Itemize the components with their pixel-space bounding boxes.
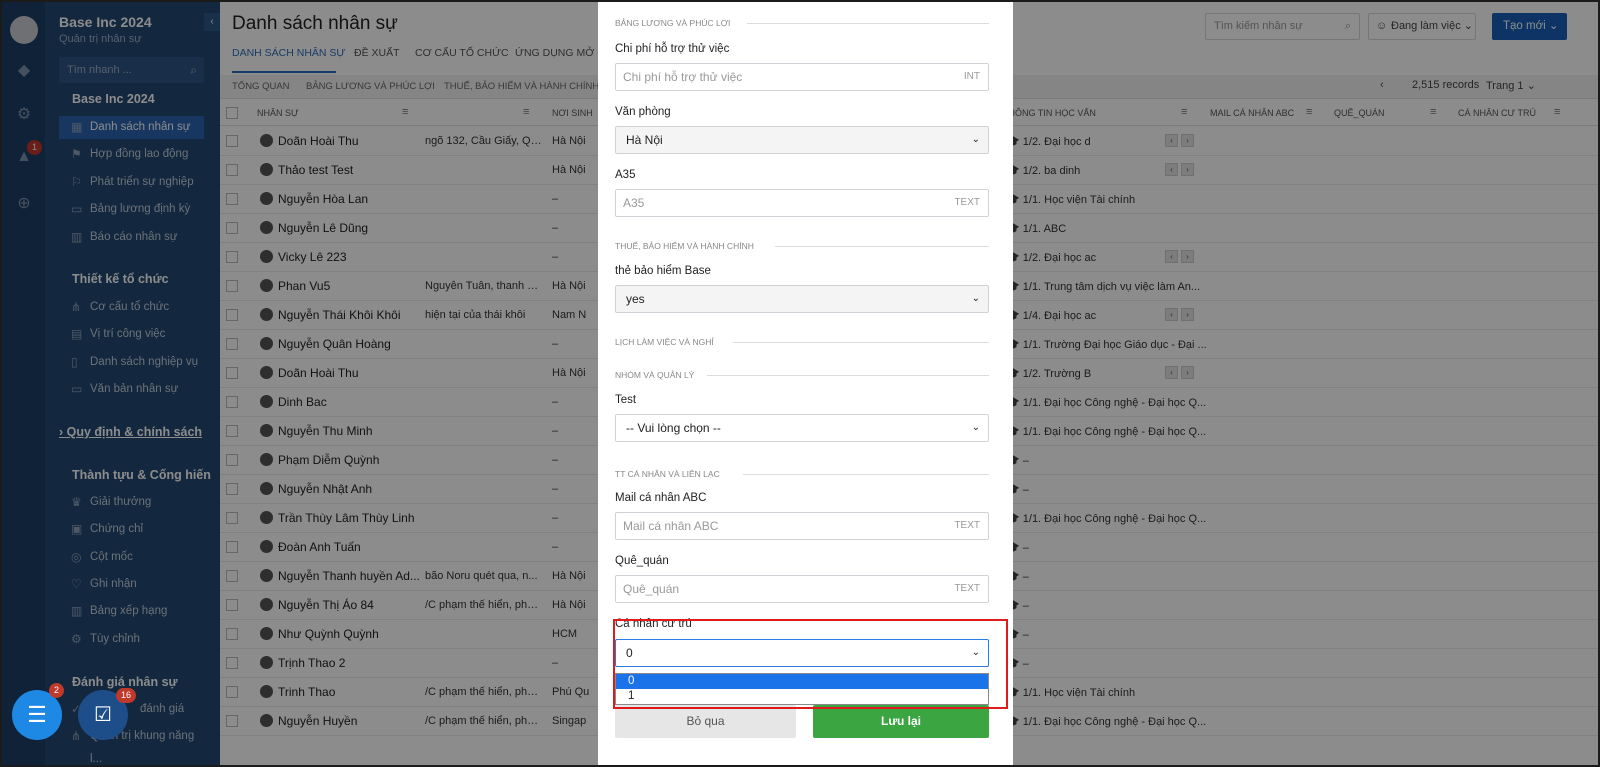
highlight-box [613,619,1008,709]
hometown-input[interactable]: Quê_quán TEXT [615,575,989,603]
field-type: TEXT [954,520,980,531]
section-contact: TT CÁ NHÂN VÀ LIÊN LẠC [615,469,989,479]
insurance-card-select[interactable]: yes ⌄ [615,285,989,313]
a35-placeholder: A35 [623,196,645,210]
divider [733,342,989,343]
section-salary: BẢNG LƯƠNG VÀ PHÚC LỢI [615,18,989,28]
probation-cost-placeholder: Chi phí hỗ trợ thử việc [623,70,743,84]
section-group-title: NHÓM VÀ QUẢN LÝ [615,370,695,380]
office-value: Hà Nội [626,133,663,147]
field-label: Chi phí hỗ trợ thử việc [615,43,730,55]
field-label: A35 [615,169,636,181]
hometown-placeholder: Quê_quán [623,582,680,596]
chat-icon: ☰ [27,702,47,727]
chevron-down-icon: ⌄ [971,134,980,145]
test-select[interactable]: -- Vui lòng chọn -- ⌄ [615,414,989,442]
field-label: thẻ bảo hiểm Base [615,265,711,277]
section-schedule: LỊCH LÀM VIỆC VÀ NGHỈ [615,337,989,347]
field-type: INT [963,71,980,82]
chevron-down-icon: ⌄ [971,293,980,304]
skip-button[interactable]: Bỏ qua [615,705,796,738]
personal-mail-input[interactable]: Mail cá nhân ABC TEXT [615,512,989,540]
field-label: Quê_quán [615,555,669,567]
chevron-down-icon: ⌄ [971,422,980,433]
divider [707,375,989,376]
section-schedule-title: LỊCH LÀM VIỆC VÀ NGHỈ [615,337,714,347]
field-type: TEXT [954,583,980,594]
a35-input[interactable]: A35 TEXT [615,189,989,217]
tasks-badge: 16 [116,688,136,703]
clipboard-check-icon: ☑ [94,704,112,726]
divider [775,246,989,247]
save-button[interactable]: Lưu lại [813,705,989,738]
insurance-card-value: yes [626,292,645,306]
section-tax-title: THUẾ, BẢO HIỂM VÀ HÀNH CHÍNH [615,241,754,251]
divider [747,23,989,24]
chat-badge: 2 [49,683,64,698]
field-label: Mail cá nhân ABC [615,492,707,504]
section-salary-title: BẢNG LƯƠNG VÀ PHÚC LỢI [615,18,731,28]
office-select[interactable]: Hà Nội ⌄ [615,126,989,154]
section-tax: THUẾ, BẢO HIỂM VÀ HÀNH CHÍNH [615,241,989,251]
field-label: Văn phòng [615,106,671,118]
field-label: Test [615,394,637,406]
probation-cost-input[interactable]: Chi phí hỗ trợ thử việc INT [615,63,989,91]
section-group: NHÓM VÀ QUẢN LÝ [615,370,989,380]
test-select-value: -- Vui lòng chọn -- [626,421,721,435]
section-contact-title: TT CÁ NHÂN VÀ LIÊN LẠC [615,469,720,479]
personal-mail-placeholder: Mail cá nhân ABC [623,519,719,533]
app-window: ◆ ⚙ ▲ 1 ⊕ Base Inc 2024 Quản trị nhân sự… [0,0,1600,767]
field-type: TEXT [954,197,980,208]
divider [743,474,989,475]
